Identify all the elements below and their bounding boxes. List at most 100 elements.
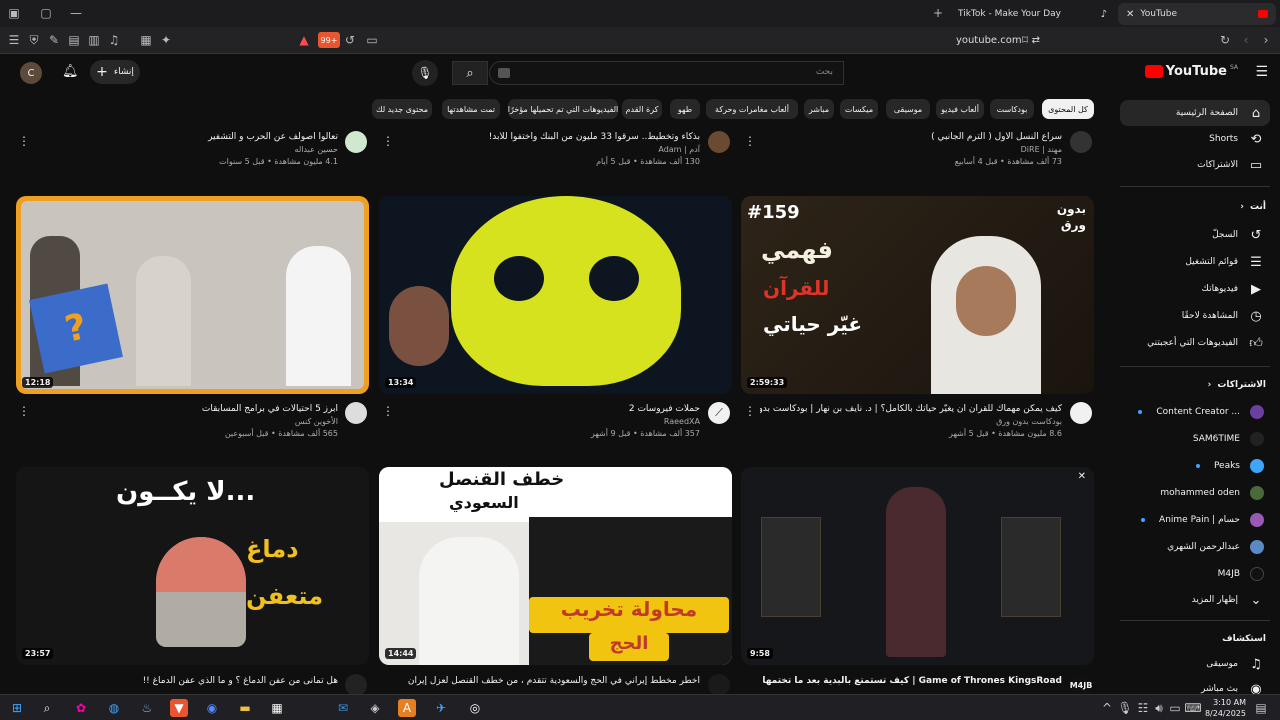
chip-new-for-you[interactable]: محتوى جديد لك bbox=[372, 99, 432, 119]
video-thumbnail[interactable]: 13:34 bbox=[379, 196, 732, 394]
battery-icon[interactable]: ▭ bbox=[1166, 699, 1184, 717]
channel-name[interactable]: آدم | Adam bbox=[398, 145, 700, 154]
tray-chevron-icon[interactable]: ^ bbox=[1098, 699, 1116, 717]
sidebar-item-your-videos[interactable]: فيديوهاتك ▶ bbox=[1120, 276, 1270, 302]
minimize-icon[interactable]: — bbox=[68, 5, 84, 21]
more-actions-icon[interactable]: ⋮ bbox=[744, 134, 756, 148]
share-icon[interactable]: ↺ bbox=[342, 32, 358, 48]
sidebar-item-watch-later[interactable]: المشاهدة لاحقًا ◷ bbox=[1120, 303, 1270, 329]
video-title[interactable]: سراع النسل الأول ( الترم الجانبي ) bbox=[760, 132, 1062, 142]
rewards-icon[interactable]: ▲ bbox=[296, 32, 312, 48]
chip-football[interactable]: كرة القدم bbox=[622, 99, 662, 119]
video-title[interactable]: أبرز 5 احتيالات في برامج المسابقات bbox=[36, 404, 338, 414]
chip-action-adventure[interactable]: ألعاب مغامرات وحركة bbox=[706, 99, 798, 119]
search-button[interactable]: ⌕ bbox=[452, 61, 488, 85]
channel-avatar[interactable] bbox=[345, 402, 367, 424]
outlook-icon[interactable]: ✉ bbox=[334, 699, 352, 717]
more-actions-icon[interactable]: ⋮ bbox=[382, 134, 394, 148]
chip-music[interactable]: موسيقى bbox=[886, 99, 930, 119]
more-actions-icon[interactable]: ⋮ bbox=[382, 404, 394, 418]
video-title[interactable]: بذكاء وتخطيط.. سرقوا 33 مليون من البنك و… bbox=[398, 132, 700, 142]
sidebar-item-liked[interactable]: الفيديوهات التي أعجبتني 👍︎ bbox=[1120, 330, 1270, 356]
search-icon[interactable]: ⌕ bbox=[38, 699, 56, 717]
channel-name[interactable]: RaeedXA bbox=[398, 417, 700, 426]
app-icon[interactable]: ◈ bbox=[366, 699, 384, 717]
video-title[interactable]: أخطر مخطط إيراني في الحج والسعودية تتقدم… bbox=[398, 676, 700, 686]
bookmark-icon[interactable]: ⌑ bbox=[1017, 32, 1033, 48]
puzzle-icon[interactable]: ✦ bbox=[158, 32, 174, 48]
app-blue-icon[interactable]: ✈ bbox=[432, 699, 450, 717]
create-button[interactable]: + إنشاء bbox=[90, 60, 140, 84]
sidebar-item-music[interactable]: موسيقى ♫ bbox=[1120, 651, 1270, 677]
chip-watched[interactable]: تمت مشاهدتها bbox=[442, 99, 500, 119]
sidebar-sub-item[interactable]: SAM6TIME bbox=[1120, 426, 1270, 452]
extension-icon[interactable]: ✎ bbox=[46, 32, 62, 48]
sidebar-item-shorts[interactable]: Shorts ⟲ bbox=[1120, 126, 1270, 152]
video-thumbnail[interactable]: #159 فهمي للقرآن غيّر حياتي بدون ورق 2:5… bbox=[741, 196, 1094, 394]
channel-avatar[interactable] bbox=[345, 674, 367, 694]
video-thumbnail[interactable]: لا يكــون... دماغ متعفن 23:57 bbox=[16, 467, 369, 665]
edge-icon[interactable]: ◍ bbox=[105, 699, 123, 717]
channel-avatar[interactable] bbox=[1070, 131, 1092, 153]
music-icon[interactable]: ♫ bbox=[106, 32, 122, 48]
back-icon[interactable]: › bbox=[1258, 32, 1274, 48]
tabs-icon[interactable]: ▤ bbox=[66, 32, 82, 48]
sidebar-sub-item[interactable]: mohammed oden bbox=[1120, 480, 1270, 506]
language-icon[interactable]: ⌨ bbox=[1184, 699, 1202, 717]
notifications-bell-icon[interactable]: 🔔︎ bbox=[62, 64, 79, 79]
channel-name[interactable]: حسين عبداله bbox=[36, 145, 338, 154]
channel-name[interactable]: بودكاست بدون ورق bbox=[760, 417, 1062, 426]
sidebar-section-you[interactable]: › أنت bbox=[1240, 202, 1266, 212]
tab-tiktok[interactable]: TikTok - Make Your Day ♪ bbox=[950, 3, 1115, 25]
shield-icon[interactable]: ⛨ bbox=[26, 32, 42, 48]
start-icon[interactable]: ⊞ bbox=[8, 699, 26, 717]
sidebar-item-subscriptions[interactable]: الاشتراكات ▭ bbox=[1120, 152, 1270, 178]
sidebar-sub-item[interactable]: Content Creator ... bbox=[1120, 399, 1270, 425]
video-title[interactable]: حملات فيروسات 2 bbox=[398, 404, 700, 414]
obs-icon[interactable]: ◎ bbox=[466, 699, 484, 717]
reload-icon[interactable]: ↻ bbox=[1217, 32, 1233, 48]
more-actions-icon[interactable]: ⋮ bbox=[18, 404, 30, 418]
channel-avatar[interactable] bbox=[708, 674, 730, 694]
sidebar-sub-item[interactable]: عبدالرحمن الشهري bbox=[1120, 534, 1270, 560]
chip-mixes[interactable]: ميكسات bbox=[840, 99, 878, 119]
new-tab-icon[interactable]: + bbox=[930, 5, 946, 21]
copilot-icon[interactable]: ✿ bbox=[72, 699, 90, 717]
sidebar-item-playlists[interactable]: قوائم التشغيل ☰ bbox=[1120, 249, 1270, 275]
channel-avatar[interactable]: M4JB bbox=[1070, 674, 1092, 694]
account-avatar[interactable]: C bbox=[20, 62, 42, 84]
tab-youtube[interactable]: ✕ YouTube bbox=[1118, 3, 1276, 25]
address-bar[interactable]: youtube.com ⇄ bbox=[860, 31, 1040, 49]
video-title[interactable]: تعالوا أصولف عن الحرب و التشفير bbox=[36, 132, 338, 142]
more-actions-icon[interactable]: ⋮ bbox=[18, 134, 30, 148]
hamburger-menu-icon[interactable]: ☰ bbox=[1255, 64, 1268, 80]
more-actions-icon[interactable]: ⋮ bbox=[744, 404, 756, 418]
channel-avatar[interactable] bbox=[345, 131, 367, 153]
notification-icon[interactable]: ▤ bbox=[1252, 699, 1270, 717]
chip-video-games[interactable]: ألعاب فيديو bbox=[936, 99, 984, 119]
keyboard-icon[interactable] bbox=[498, 68, 510, 78]
search-input[interactable]: بحث bbox=[489, 61, 844, 85]
chip-live[interactable]: مباشر bbox=[804, 99, 834, 119]
close-tab-icon[interactable]: ✕ bbox=[1126, 9, 1134, 20]
channel-name[interactable]: الأخوين كنس bbox=[36, 417, 338, 426]
channel-avatar[interactable] bbox=[708, 131, 730, 153]
sidebar-item-live[interactable]: بث مباشر ◉ bbox=[1120, 676, 1270, 695]
video-thumbnail[interactable]: ✕ 9:58 bbox=[741, 467, 1094, 665]
channel-name[interactable]: مهند | DiRE bbox=[760, 145, 1062, 154]
sidebar-section-subscriptions[interactable]: › الاشتراكات bbox=[1208, 380, 1266, 390]
sidebar-sub-item[interactable]: M4JB bbox=[1120, 561, 1270, 587]
file-explorer-icon[interactable]: ▬ bbox=[236, 699, 254, 717]
chip-all[interactable]: كل المحتوى bbox=[1042, 99, 1094, 119]
clock[interactable]: 3:10 AM 8/24/2025 bbox=[1202, 697, 1246, 719]
chip-recent[interactable]: الفيديوهات التي تم تحميلها مؤخرًا bbox=[508, 99, 618, 119]
discord-icon[interactable]: ◉ bbox=[203, 699, 221, 717]
sidebar-icon[interactable]: ▥ bbox=[86, 32, 102, 48]
window-menu-icon[interactable]: ▣ bbox=[6, 5, 22, 21]
tab-manager-icon[interactable]: ▢ bbox=[38, 5, 54, 21]
wallet-icon[interactable]: ▦ bbox=[138, 32, 154, 48]
microphone-tray-icon[interactable]: 🎙︎ bbox=[1116, 699, 1134, 717]
video-thumbnail[interactable]: خطف القنصل السعودي محاولة تخريب الحج 14:… bbox=[379, 467, 732, 665]
video-title[interactable]: Game of Thrones KingsRoad | كيف تستمتع ب… bbox=[760, 676, 1062, 686]
chip-podcasts[interactable]: بودكاست bbox=[990, 99, 1034, 119]
